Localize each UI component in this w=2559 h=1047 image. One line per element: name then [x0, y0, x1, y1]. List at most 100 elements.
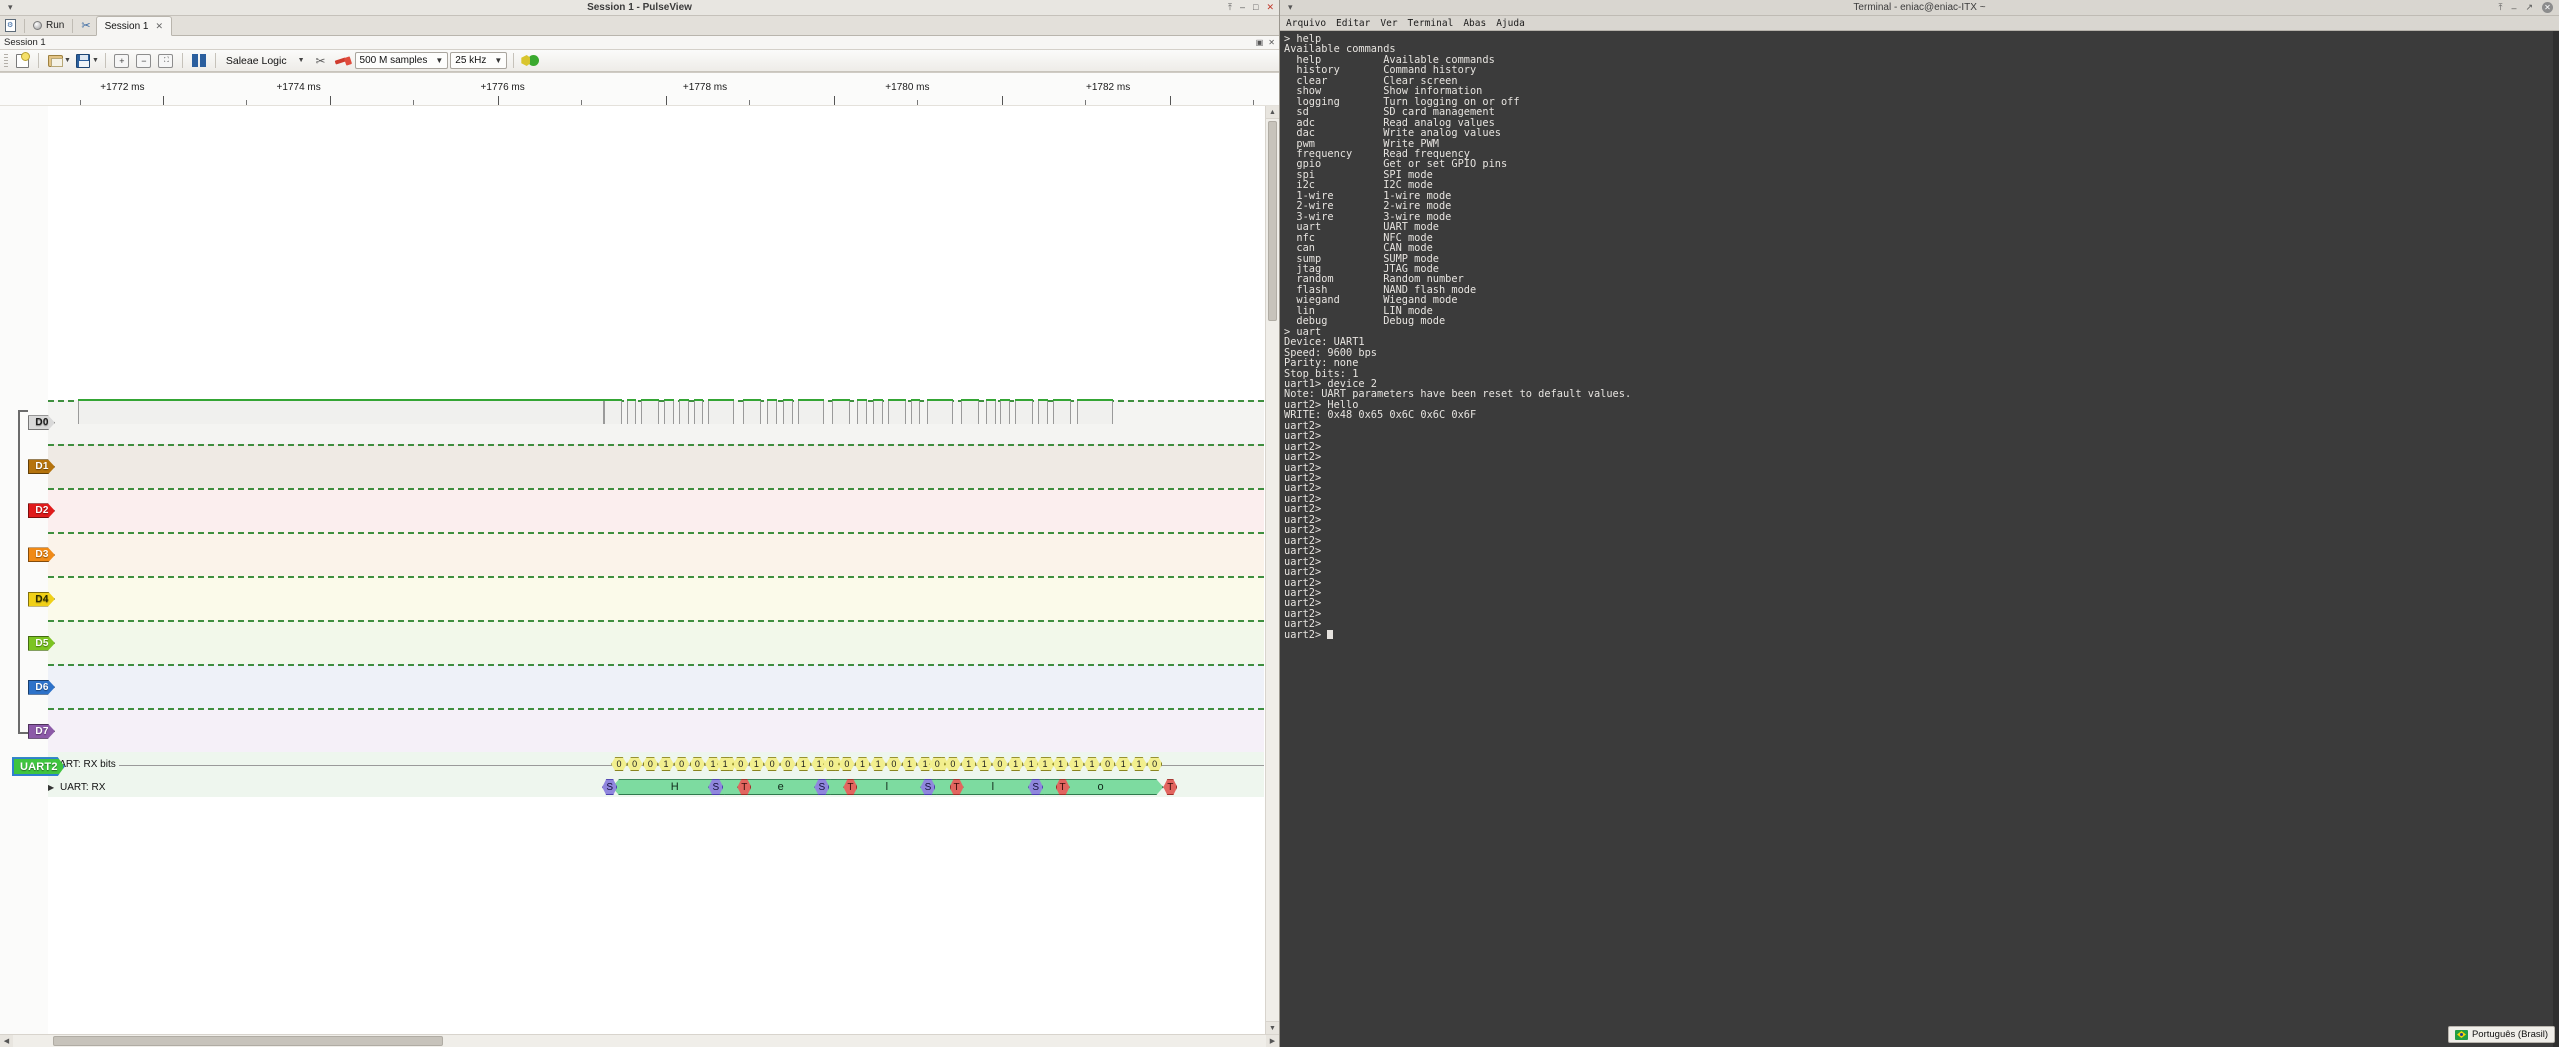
decoder-label-uart2[interactable]: UART2 [12, 757, 65, 776]
pulse-edge-highlight [832, 398, 851, 401]
terminal-menu-terminal[interactable]: Terminal [1408, 18, 1454, 29]
uart-bit-cell: 1 [1115, 757, 1131, 771]
vertical-scrollbar[interactable]: ▲ ▼ [1265, 106, 1279, 1034]
terminal-scrollbar[interactable] [2553, 31, 2559, 1047]
channel-lane-d6[interactable] [48, 663, 1264, 708]
save-file-dropdown-icon[interactable]: ▼ [92, 57, 99, 64]
toolbar-separator [104, 53, 106, 68]
tab-session-1[interactable]: Session 1 ✕ [95, 16, 173, 36]
waveform-pulse [78, 398, 604, 424]
desktop-root: ▾ Session 1 - PulseView ⤒ – □ ✕ Run ✂ [0, 0, 2559, 1047]
zoom-in-button[interactable]: + [112, 52, 132, 70]
channel-baseline [48, 575, 1264, 578]
channel-probe-button[interactable] [333, 52, 353, 70]
waveform-canvas[interactable]: ▲ ▼ D0 D1 D2 D3 D4 D5 D6 D7 UART2 UART: RX bits 0 0… [0, 106, 1279, 1034]
uart-bit-cell: 0 [780, 757, 796, 771]
channel-lane-d4[interactable] [48, 575, 1264, 620]
scroll-right-arrow-icon[interactable]: ▶ [1266, 1035, 1279, 1047]
zoom-fit-button[interactable]: ⛶ [156, 52, 176, 70]
device-selector[interactable]: Saleae Logic ▼ [222, 55, 309, 67]
channel-lane-d7[interactable] [48, 707, 1264, 753]
device-config-button[interactable]: ✂ [311, 52, 331, 70]
save-file-button[interactable] [73, 52, 93, 70]
terminal-pin-button[interactable]: ⤒ [2498, 2, 2502, 13]
pulseview-session-tabbar: Run ✂ Session 1 ✕ [0, 16, 1279, 36]
zoom-out-button[interactable]: − [134, 52, 154, 70]
ruler-tick-label: +1782 ms [1086, 82, 1131, 93]
terminal-menu-editar[interactable]: Editar [1336, 18, 1370, 29]
run-button[interactable]: Run [28, 16, 69, 35]
close-window-button[interactable]: ✕ [1266, 2, 1274, 13]
uart-bit-cell: 1 [796, 757, 812, 771]
sample-count-selector[interactable]: 500 M samples ▼ [354, 52, 449, 69]
device-config-icon: ✂ [315, 53, 326, 68]
session-settings-button[interactable]: ✂ [76, 16, 95, 35]
waveform-pulse [873, 398, 883, 424]
terminal-window: ▾ Terminal - eniac@eniac-ITX ~ ⤒ – ↗ ✕ A… [1280, 0, 2559, 1047]
pin-window-button[interactable]: ⤒ [1228, 2, 1232, 13]
terminal-menu-ver[interactable]: Ver [1380, 18, 1397, 29]
new-session-button[interactable] [0, 16, 21, 35]
channel-baseline [48, 707, 1264, 710]
channel-lane-d2[interactable] [48, 487, 1264, 532]
pulse-edge-highlight [664, 398, 674, 401]
pulse-edge-highlight [641, 398, 660, 401]
show-cursors-button[interactable] [189, 52, 209, 70]
scroll-down-arrow-icon[interactable]: ▼ [1266, 1021, 1279, 1034]
terminal-menu-arquivo[interactable]: Arquivo [1286, 18, 1326, 29]
sample-rate-selector[interactable]: 25 kHz ▼ [450, 52, 508, 69]
channel-lane-d3[interactable] [48, 531, 1264, 576]
session-restore-icon[interactable]: ▣ [1256, 38, 1264, 47]
waveform-pulse [641, 398, 660, 424]
chevron-down-icon: ▼ [494, 56, 503, 65]
terminal-menu-abas[interactable]: Abas [1463, 18, 1486, 29]
terminal-output[interactable]: > help Available commands help Available… [1280, 31, 2559, 1047]
zoom-fit-icon: ⛶ [158, 53, 174, 68]
decoder-row-rx-bits[interactable]: UART: RX bits000100101010011000110110001… [48, 756, 1264, 774]
uart-bit-cell: 1 [658, 757, 674, 771]
decoder-expand-arrow-icon[interactable]: ▶ [48, 783, 54, 792]
terminal-cursor [1327, 629, 1334, 639]
toolbar-separator [513, 53, 515, 68]
vertical-scroll-thumb[interactable] [1268, 121, 1277, 321]
terminal-window-title: Terminal - eniac@eniac-ITX ~ [1853, 2, 1986, 13]
open-folder-icon [47, 54, 63, 67]
channel-lane-d1[interactable] [48, 443, 1264, 488]
wrench-icon: ✂ [81, 20, 91, 32]
terminal-close-button[interactable]: ✕ [2542, 2, 2553, 13]
terminal-menu-ajuda[interactable]: Ajuda [1496, 18, 1525, 29]
acquisition-toggle-button[interactable] [520, 52, 540, 70]
maximize-window-button[interactable]: □ [1253, 2, 1258, 13]
ruler-tick-label: +1774 ms [276, 82, 321, 93]
time-ruler[interactable]: +1772 ms +1774 ms +1776 ms +1778 ms +1780 ms… [0, 73, 1279, 106]
channel-baseline [48, 663, 1264, 666]
uart-bit-cell: 1 [870, 757, 886, 771]
open-file-button[interactable] [45, 52, 65, 70]
waveform-pulse [742, 398, 761, 424]
horizontal-scrollbar[interactable]: ◀ ▶ [0, 1034, 1279, 1047]
tab-close-icon[interactable]: ✕ [156, 21, 164, 32]
pulse-edge-highlight [961, 398, 980, 401]
session-subwindow-title: Session 1 [4, 37, 46, 48]
minimize-window-button[interactable]: – [1240, 2, 1245, 13]
scroll-up-arrow-icon[interactable]: ▲ [1266, 106, 1279, 119]
pulse-edge-highlight [856, 398, 867, 401]
language-indicator[interactable]: Português (Brasil) [2447, 1026, 2555, 1043]
channel-lane-d5[interactable] [48, 619, 1264, 664]
decoder-row-rx[interactable]: UART: RX S H T Se T Sl T Sl T So T [48, 778, 1264, 798]
ruler-minor-tick [580, 100, 582, 105]
channel-group-bracket[interactable] [18, 409, 28, 734]
terminal-minimize-button[interactable]: – [2511, 3, 2516, 13]
terminal-maximize-button[interactable]: ↗ [2525, 2, 2533, 13]
uart-bit-cell: 0 [611, 757, 627, 771]
pulse-edge-highlight [678, 398, 689, 401]
waveform-pulse [1037, 398, 1048, 424]
horizontal-scroll-thumb[interactable] [53, 1036, 443, 1046]
horizontal-scroll-track[interactable] [13, 1035, 1266, 1047]
toolbar-drag-handle[interactable] [4, 53, 8, 68]
scroll-left-arrow-icon[interactable]: ◀ [0, 1035, 13, 1047]
session-close-icon[interactable]: ✕ [1268, 38, 1275, 47]
new-file-button[interactable] [12, 51, 32, 70]
open-file-dropdown-icon[interactable]: ▼ [64, 57, 71, 64]
uart-bit-cell: 0 [643, 757, 659, 771]
